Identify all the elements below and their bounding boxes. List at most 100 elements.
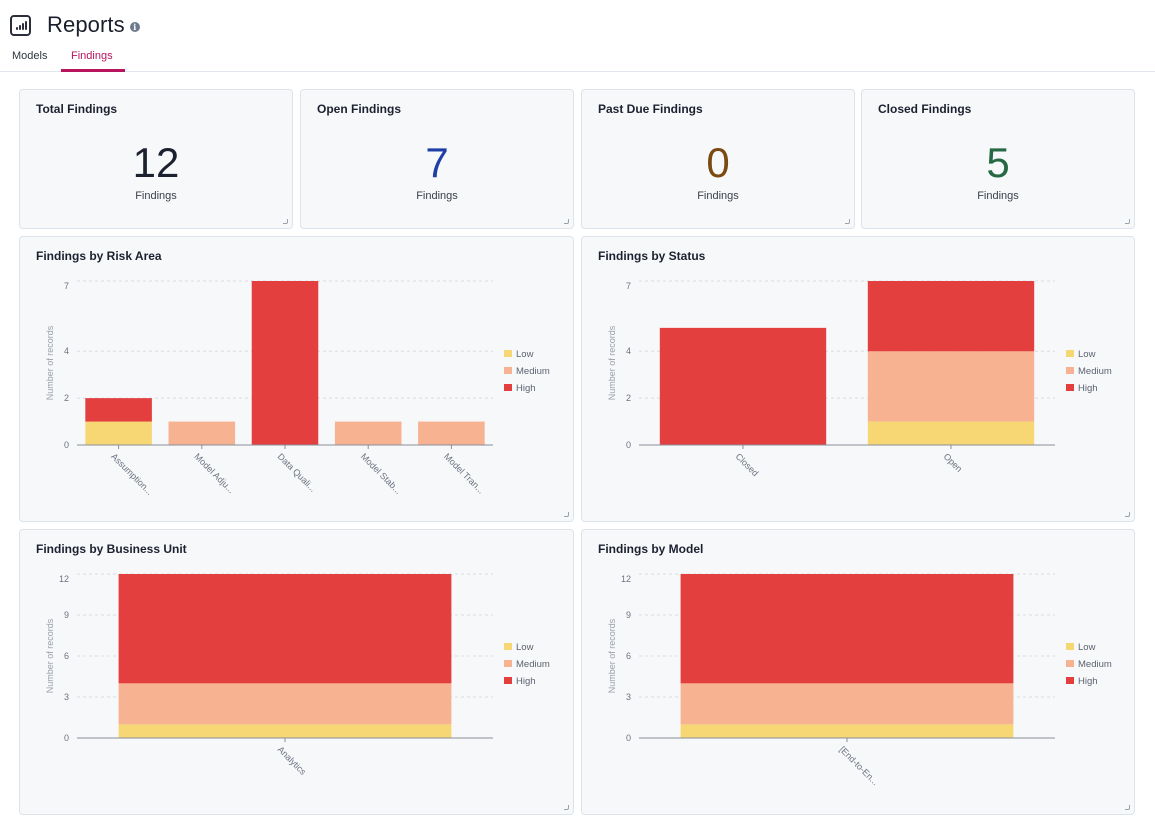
x-category-label: Data Quali...: [276, 451, 318, 493]
y-axis-title: Number of records: [45, 618, 55, 693]
stat-unit: Findings: [697, 190, 739, 202]
bar-segment-analytics-high[interactable]: [118, 574, 452, 684]
y-tick-label: 0: [64, 733, 69, 743]
x-category-label: Model Stab...: [359, 451, 404, 496]
bar-segment-model-tran-medium[interactable]: [418, 421, 485, 445]
status-chart: 0 2 4 7 Number of records Closed Open Low Medium…: [607, 280, 1112, 478]
stat-card-closed-findings: Closed Findings 5 Findings: [861, 89, 1135, 229]
bar-segment-analytics-medium[interactable]: [118, 683, 452, 725]
bar-segment-open-medium[interactable]: [867, 351, 1035, 422]
y-axis-title: Number of records: [45, 325, 55, 400]
legend-swatch-medium: [1066, 367, 1074, 374]
resize-handle[interactable]: [564, 219, 569, 224]
resize-handle[interactable]: [1125, 805, 1130, 810]
page-header: Reports i: [10, 12, 140, 38]
x-category-label: Analytics: [276, 744, 309, 777]
risk-area-chart: 0 2 4 7 Number of records Assumption... Model …: [45, 280, 550, 497]
bar-segment-end-to-en-low[interactable]: [680, 724, 1014, 738]
bar-segment-analytics-low[interactable]: [118, 724, 452, 738]
y-tick-label: 0: [626, 733, 631, 743]
y-tick-label: 9: [64, 610, 69, 620]
bar-segment-closed-high[interactable]: [659, 327, 827, 445]
bar-segment-assumption-high[interactable]: [85, 398, 152, 422]
x-category-label: Model Tran...: [442, 451, 486, 495]
resize-handle[interactable]: [1125, 512, 1130, 517]
card-title: Total Findings: [36, 102, 118, 116]
y-tick-label: 7: [626, 281, 631, 291]
legend-label-high[interactable]: High: [516, 383, 536, 394]
legend-label-low[interactable]: Low: [1078, 349, 1096, 360]
resize-handle[interactable]: [564, 805, 569, 810]
y-tick-label: 0: [64, 440, 69, 450]
card-title: Past Due Findings: [598, 102, 703, 116]
stat-unit: Findings: [977, 190, 1019, 202]
y-tick-label: 9: [626, 610, 631, 620]
y-tick-label: 12: [621, 574, 631, 584]
stat-value: 5: [986, 139, 1010, 186]
chart-card-model: Findings by Model 0 3 6 9 12 Number of record…: [581, 529, 1135, 815]
stat-card-past-due-findings: Past Due Findings 0 Findings: [581, 89, 855, 229]
legend-swatch-medium: [504, 660, 512, 667]
chart-card-risk-area: Findings by Risk Area 0 2 4 7 Number of reco…: [19, 236, 574, 522]
page-title: Reports: [47, 12, 125, 37]
legend-swatch-medium: [504, 367, 512, 374]
resize-handle[interactable]: [1125, 219, 1130, 224]
x-category-label: [End-to-En...: [838, 744, 881, 787]
legend-swatch-low: [1066, 643, 1074, 650]
y-tick-label: 3: [626, 692, 631, 702]
y-tick-label: 12: [59, 574, 69, 584]
legend-label-high[interactable]: High: [1078, 383, 1098, 394]
legend-label-high[interactable]: High: [516, 676, 536, 687]
business-unit-chart: 0 3 6 9 12 Number of records Analytics Low Mediu…: [45, 573, 550, 777]
legend-swatch-medium: [1066, 660, 1074, 667]
tab-bar: Models Findings: [0, 44, 1155, 72]
legend-label-high[interactable]: High: [1078, 676, 1098, 687]
bar-segment-data-quali-high[interactable]: [251, 281, 319, 445]
y-tick-label: 2: [64, 393, 69, 403]
x-category-label: Open: [942, 451, 965, 474]
chart-card-status: Findings by Status 0 2 4 7 Number of records…: [581, 236, 1135, 522]
x-category-label: Closed: [734, 451, 761, 478]
resize-handle[interactable]: [564, 512, 569, 517]
bar-segment-end-to-en-medium[interactable]: [680, 683, 1014, 725]
y-tick-label: 4: [64, 346, 69, 356]
y-tick-label: 6: [64, 651, 69, 661]
resize-handle[interactable]: [845, 219, 850, 224]
legend-label-low[interactable]: Low: [516, 349, 534, 360]
chart-card-business-unit: Findings by Business Unit 0 3 6 9 12 Number o…: [19, 529, 574, 815]
legend-label-medium[interactable]: Medium: [1078, 659, 1112, 670]
legend-swatch-high: [504, 384, 512, 391]
stat-value: 12: [132, 139, 180, 186]
info-icon[interactable]: i: [129, 22, 140, 32]
y-axis-title: Number of records: [607, 325, 617, 400]
bar-segment-open-low[interactable]: [867, 421, 1035, 445]
card-title: Open Findings: [317, 102, 401, 116]
legend-label-medium[interactable]: Medium: [516, 366, 550, 377]
y-tick-label: 7: [64, 281, 69, 291]
legend-label-medium[interactable]: Medium: [516, 659, 550, 670]
legend-label-low[interactable]: Low: [516, 642, 534, 653]
legend-swatch-low: [1066, 350, 1074, 357]
legend-swatch-low: [504, 643, 512, 650]
bar-segment-assumption-low[interactable]: [85, 421, 152, 445]
legend-label-medium[interactable]: Medium: [1078, 366, 1112, 377]
x-category-label: Assumption...: [109, 451, 155, 497]
bar-segment-end-to-en-high[interactable]: [680, 574, 1014, 684]
model-chart: 0 3 6 9 12 Number of records [End-to-En... Low M…: [607, 573, 1112, 787]
legend-swatch-high: [1066, 677, 1074, 684]
resize-handle[interactable]: [283, 219, 288, 224]
stat-unit: Findings: [135, 190, 177, 202]
tab-findings[interactable]: Findings: [71, 50, 113, 62]
stat-card-open-findings: Open Findings 7 Findings: [300, 89, 574, 229]
bar-segment-model-stab-medium[interactable]: [334, 421, 402, 445]
bar-segment-model-adju-medium[interactable]: [168, 421, 236, 445]
legend-swatch-high: [504, 677, 512, 684]
tab-models[interactable]: Models: [12, 50, 47, 62]
stat-value: 7: [425, 139, 449, 186]
y-tick-label: 4: [626, 346, 631, 356]
x-category-label: Model Adju...: [192, 451, 236, 495]
active-tab-indicator: [61, 69, 125, 72]
y-tick-label: 3: [64, 692, 69, 702]
legend-label-low[interactable]: Low: [1078, 642, 1096, 653]
bar-segment-open-high[interactable]: [867, 281, 1035, 352]
